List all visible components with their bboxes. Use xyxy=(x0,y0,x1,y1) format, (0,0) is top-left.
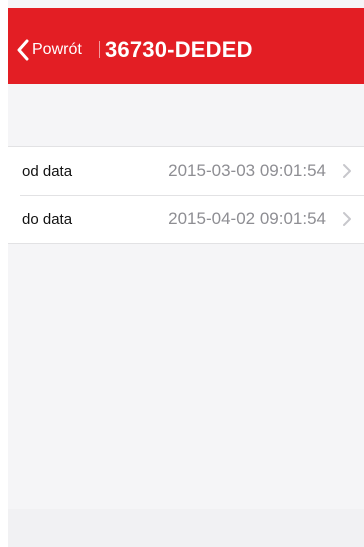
chevron-left-icon xyxy=(17,39,29,61)
title-separator xyxy=(99,41,100,58)
bottom-area xyxy=(8,509,364,547)
chevron-right-icon xyxy=(343,164,351,178)
to-date-value: 2015-04-02 09:01:54 xyxy=(168,209,326,228)
page-title: 36730-DEDED xyxy=(105,37,253,62)
navigation-bar: Powrót 36730-DEDED xyxy=(8,8,364,84)
to-date-label: do data xyxy=(22,211,73,228)
group-bottom-divider xyxy=(8,243,364,244)
app-screen: Powrót 36730-DEDED od data 2015-03-03 09… xyxy=(0,0,364,547)
to-date-row[interactable]: do data 2015-04-02 09:01:54 xyxy=(8,195,364,243)
date-range-group: od data 2015-03-03 09:01:54 do data 2015… xyxy=(8,146,364,244)
from-date-row[interactable]: od data 2015-03-03 09:01:54 xyxy=(8,147,364,196)
from-date-value: 2015-03-03 09:01:54 xyxy=(168,161,326,180)
from-date-label: od data xyxy=(22,163,73,180)
chevron-right-icon xyxy=(343,212,351,226)
back-button-label: Powrót xyxy=(32,41,82,58)
back-button[interactable]: Powrót xyxy=(16,36,82,64)
left-edge-strip xyxy=(0,0,8,547)
